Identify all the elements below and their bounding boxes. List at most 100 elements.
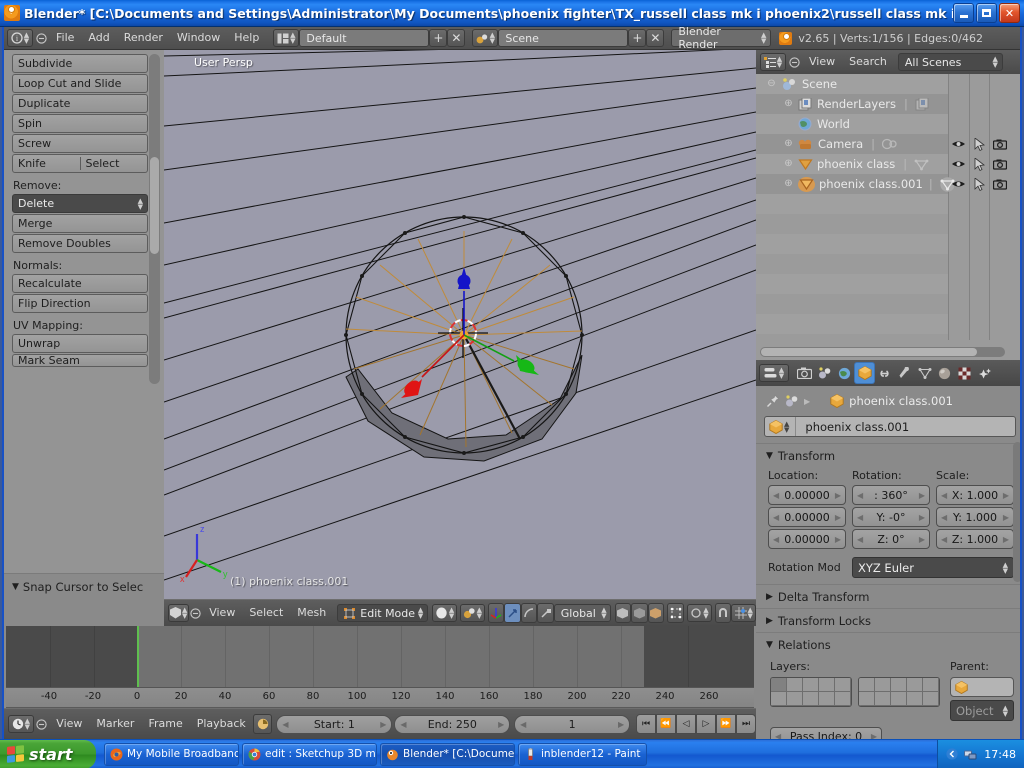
restrict-select-cursor-icon[interactable] <box>969 138 989 151</box>
object-name-field[interactable]: ▲▼ phoenix class.001 <box>764 416 1016 437</box>
location-x-field[interactable]: ◀0.00000▶ <box>768 485 846 505</box>
menu-window[interactable]: Window <box>170 29 227 47</box>
editor-type-3dview-icon[interactable]: ▲▼ <box>168 604 189 622</box>
timeline-menu-frame[interactable]: Frame <box>141 715 189 733</box>
rotation-z-field[interactable]: ◀Z: 0°▶ <box>852 529 930 549</box>
expand-collapse-icon[interactable]: ⊖ <box>766 79 777 90</box>
start-button[interactable]: start <box>0 740 96 768</box>
taskbar-item-blender[interactable]: Blender* [C:\Docume... <box>380 743 515 766</box>
menu-file[interactable]: File <box>49 29 81 47</box>
restrict-select-cursor-icon[interactable] <box>969 158 989 171</box>
editor-type-outliner-icon[interactable]: ▲▼ <box>760 53 786 71</box>
taskbar-item-paint[interactable]: inblender12 - Paint <box>518 743 647 766</box>
object-id-browse-icon[interactable]: ▲▼ <box>769 420 789 434</box>
play-reverse-button[interactable]: ◁ <box>676 714 696 734</box>
rotate-manipulator-icon[interactable] <box>521 603 538 623</box>
relations-panel-header[interactable]: ▼ Relations <box>756 632 1022 656</box>
expand-collapse-icon[interactable]: ⊕ <box>783 179 794 190</box>
viewport-shading-dropdown[interactable]: ▲▼ <box>432 604 457 622</box>
layer-grid-primary[interactable] <box>770 677 852 707</box>
breadcrumb-scene-icon[interactable] <box>785 395 799 407</box>
screen-layout-icon[interactable]: ▲▼ <box>273 29 299 47</box>
jump-back-keyframe-button[interactable]: ⏪ <box>656 714 676 734</box>
tab-particles[interactable] <box>975 363 994 383</box>
expand-collapse-icon[interactable]: ⊕ <box>783 159 794 170</box>
tool-merge[interactable]: Merge <box>12 214 148 233</box>
editor-type-timeline-icon[interactable]: ▲▼ <box>8 715 34 733</box>
delta-transform-panel-header[interactable]: ▶ Delta Transform <box>756 584 1022 608</box>
maximize-button[interactable] <box>976 3 997 23</box>
expand-collapse-icon[interactable]: ⊕ <box>783 139 794 150</box>
delete-screen-button[interactable]: ✕ <box>447 29 465 47</box>
viewport-menu-select[interactable]: Select <box>242 604 290 622</box>
menu-render[interactable]: Render <box>117 29 170 47</box>
scale-y-field[interactable]: ◀Y: 1.000▶ <box>936 507 1014 527</box>
timeline-ruler[interactable]: -40 -20 0 20 40 60 80 100 120 140 160 18… <box>6 688 754 708</box>
outliner-row-world[interactable]: World <box>756 114 1022 134</box>
manipulator-toggle-icon[interactable] <box>488 603 505 623</box>
tab-scene[interactable] <box>815 363 834 383</box>
tool-recalculate[interactable]: Recalculate <box>12 274 148 293</box>
delete-scene-button[interactable]: ✕ <box>646 29 664 47</box>
taskbar-item-sketchup[interactable]: edit : Sketchup 3D m... <box>242 743 377 766</box>
rotation-y-field[interactable]: ◀Y: -0°▶ <box>852 507 930 527</box>
transform-panel-header[interactable]: ▼ Transform <box>756 443 1022 467</box>
timeline-menu-playback[interactable]: Playback <box>190 715 253 733</box>
tab-modifiers[interactable] <box>895 363 914 383</box>
restrict-render-camera-icon[interactable] <box>989 139 1011 150</box>
parent-object-field[interactable] <box>950 677 1014 697</box>
scene-name-field[interactable]: Scene <box>498 29 628 47</box>
timeline-playhead[interactable] <box>137 626 139 687</box>
tool-spin[interactable]: Spin <box>12 114 148 133</box>
tab-render[interactable] <box>795 363 814 383</box>
properties-scrollbar[interactable] <box>1013 442 1022 582</box>
play-button[interactable]: ▷ <box>696 714 716 734</box>
collapse-menu-icon[interactable] <box>33 33 49 44</box>
renderlayers-data-icon[interactable] <box>915 98 930 111</box>
restrict-view-eye-icon[interactable] <box>948 159 969 169</box>
tab-material[interactable] <box>935 363 954 383</box>
pivot-point-dropdown[interactable]: ▲▼ <box>460 604 485 622</box>
tool-knife-select[interactable]: Select <box>81 157 148 170</box>
layer-grid-secondary[interactable] <box>858 677 940 707</box>
timeline-menu-marker[interactable]: Marker <box>89 715 141 733</box>
outliner-menu-search[interactable]: Search <box>842 53 894 71</box>
use-preview-range-icon[interactable] <box>253 714 273 734</box>
tab-constraints[interactable] <box>875 363 894 383</box>
snap-target-dropdown[interactable]: ▲▼ <box>731 604 756 622</box>
collapse-outliner-menu-icon[interactable] <box>786 57 802 68</box>
close-button[interactable]: ✕ <box>999 3 1020 23</box>
restrict-render-camera-icon[interactable] <box>989 179 1011 190</box>
proportional-edit-dropdown[interactable]: ▲▼ <box>687 604 712 622</box>
restrict-render-camera-icon[interactable] <box>989 159 1011 170</box>
layer-visibility-1-icon[interactable] <box>615 603 632 623</box>
minimize-button[interactable] <box>953 3 974 23</box>
snap-magnet-icon[interactable] <box>715 603 732 623</box>
viewport-3d[interactable]: z y x User Persp (1) phoenix class.001 <box>164 50 756 599</box>
parent-type-dropdown[interactable]: Object ▲▼ <box>950 700 1014 721</box>
taskbar-item-broadband[interactable]: My Mobile Broadband... <box>104 743 239 766</box>
restrict-view-eye-icon[interactable] <box>948 139 969 149</box>
timeline-menu-view[interactable]: View <box>49 715 89 733</box>
timeline-canvas[interactable] <box>6 626 754 688</box>
tab-world[interactable] <box>835 363 854 383</box>
jump-forward-keyframe-button[interactable]: ⏩ <box>716 714 736 734</box>
start-frame-field[interactable]: ◀Start: 1▶ <box>276 715 392 734</box>
translate-manipulator-icon[interactable] <box>504 603 521 623</box>
location-z-field[interactable]: ◀0.00000▶ <box>768 529 846 549</box>
screen-layout-field[interactable]: Default <box>299 29 429 47</box>
viewport-menu-view[interactable]: View <box>202 604 242 622</box>
tool-remove-doubles[interactable]: Remove Doubles <box>12 234 148 253</box>
scale-manipulator-icon[interactable] <box>537 603 554 623</box>
tool-shelf-scroll-thumb[interactable] <box>150 157 159 254</box>
outliner-row-renderlayers[interactable]: ⊕ RenderLayers | <box>756 94 1022 114</box>
camera-data-icon[interactable] <box>882 138 898 151</box>
end-frame-field[interactable]: ◀End: 250▶ <box>394 715 510 734</box>
tool-subdivide[interactable]: Subdivide <box>12 54 148 73</box>
new-screen-button[interactable]: + <box>429 29 447 47</box>
editor-type-info-icon[interactable]: i ▲▼ <box>7 29 33 47</box>
tab-texture[interactable] <box>955 363 974 383</box>
outliner-tree[interactable]: ⊖ Scene ⊕ <box>756 74 1022 340</box>
outliner-menu-view[interactable]: View <box>802 53 842 71</box>
new-scene-button[interactable]: + <box>628 29 646 47</box>
